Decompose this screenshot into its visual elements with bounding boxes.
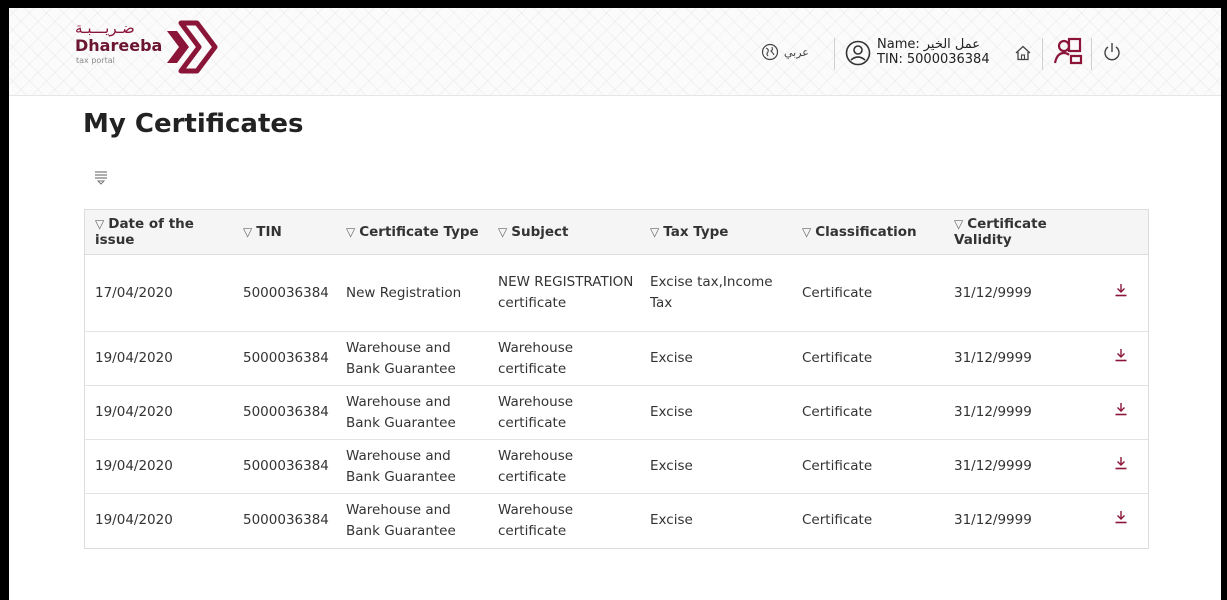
power-icon[interactable]	[1102, 41, 1122, 63]
cell-download	[1094, 254, 1148, 332]
cell-certificate-type: Warehouse and Bank Guarantee	[336, 331, 488, 386]
column-header-validity[interactable]: ▽ Certificate Validity	[944, 210, 1094, 255]
logo-english-text: Dhareeba	[75, 36, 163, 55]
cell-classification: Certificate	[792, 254, 944, 332]
user-name-value: عمل الخير	[923, 37, 981, 52]
column-header-label: Certificate Type	[359, 224, 479, 240]
logo-chevron-icon	[167, 20, 218, 74]
cell-date: 19/04/2020	[85, 331, 233, 386]
column-header-actions	[1094, 210, 1148, 255]
column-header-certificate-type[interactable]: ▽ Certificate Type	[336, 210, 488, 255]
certificates-icon[interactable]	[1053, 36, 1083, 66]
column-filter-icon[interactable]: ▽	[243, 225, 252, 239]
column-filter-icon[interactable]: ▽	[802, 225, 811, 239]
cell-classification: Certificate	[792, 331, 944, 386]
cell-validity: 31/12/9999	[944, 439, 1094, 494]
cell-tax-type: Excise	[640, 385, 792, 440]
globe-icon	[761, 43, 779, 61]
cell-validity: 31/12/9999	[954, 512, 1032, 528]
cell-certificate-type: Warehouse and Bank Guarantee	[336, 385, 488, 440]
filter-icon[interactable]	[94, 169, 108, 185]
user-name-label: Name:	[877, 37, 920, 52]
column-header-subject[interactable]: ▽ Subject	[488, 210, 640, 255]
cell-classification: Certificate	[802, 512, 873, 528]
header-divider	[834, 38, 835, 70]
logo-arabic-text: ضـريـــبـة	[75, 19, 135, 37]
cell-subject: NEW REGISTRATION certificate	[488, 254, 640, 332]
cell-download	[1094, 385, 1148, 440]
download-icon[interactable]	[1114, 348, 1128, 362]
top-header: ضـريـــبـة Dhareeba tax portal عربي Name…	[9, 8, 1221, 96]
cell-date: 19/04/2020	[95, 512, 173, 528]
column-filter-icon[interactable]: ▽	[954, 217, 963, 231]
table-row: 19/04/2020 5000036384 Warehouse and Bank…	[85, 439, 1148, 494]
cell-tin: 5000036384	[233, 254, 336, 332]
column-filter-icon[interactable]: ▽	[95, 217, 104, 231]
user-circle-icon[interactable]	[845, 40, 871, 66]
column-header-tin[interactable]: ▽ TIN	[233, 210, 336, 255]
table-row: 19/04/2020 5000036384 Warehouse and Bank…	[85, 385, 1148, 440]
cell-validity: 31/12/9999	[944, 385, 1094, 440]
cell-tax-type: Excise	[650, 512, 693, 528]
cell-subject: Warehouse certificate	[488, 385, 640, 440]
header-divider	[1042, 38, 1043, 70]
language-switcher[interactable]: عربي	[761, 43, 809, 61]
user-tin-value: 5000036384	[906, 52, 990, 67]
header-divider	[1091, 38, 1092, 70]
cell-certificate-type: Warehouse and Bank Guarantee	[336, 439, 488, 494]
cell-certificate-type: New Registration	[336, 254, 488, 332]
home-icon[interactable]	[1014, 44, 1032, 62]
table-row: 19/04/2020 5000036384 Warehouse and Bank…	[85, 331, 1148, 386]
column-header-label: Certificate Validity	[954, 216, 1047, 248]
dhareeba-logo[interactable]: ضـريـــبـة Dhareeba tax portal	[75, 19, 225, 79]
column-header-date[interactable]: ▽ Date of the issue	[85, 210, 233, 255]
cell-date: 19/04/2020	[85, 439, 233, 494]
column-filter-icon[interactable]: ▽	[498, 225, 507, 239]
cell-tin: 5000036384	[233, 385, 336, 440]
column-header-label: Classification	[815, 224, 917, 240]
download-icon[interactable]	[1114, 456, 1128, 470]
column-header-tax-type[interactable]: ▽ Tax Type	[640, 210, 792, 255]
column-header-label: TIN	[256, 224, 282, 240]
language-label: عربي	[784, 45, 809, 59]
column-filter-icon[interactable]: ▽	[650, 225, 659, 239]
column-header-label: Tax Type	[663, 224, 729, 240]
cell-tax-type: Excise	[640, 331, 792, 386]
logo-subtitle: tax portal	[76, 56, 115, 65]
table-header-row: ▽ Date of the issue ▽ TIN ▽ Certificate Typ…	[85, 210, 1148, 255]
cell-tax-type: Excise	[640, 439, 792, 494]
table-row: 17/04/2020 5000036384 New Registration N…	[85, 254, 1148, 332]
cell-tin: 5000036384	[233, 331, 336, 386]
download-icon[interactable]	[1114, 510, 1128, 524]
download-icon[interactable]	[1114, 283, 1128, 297]
cell-subject: Warehouse certificate	[488, 439, 640, 494]
cell-subject: Warehouse certificate	[498, 501, 574, 539]
cell-tin: 5000036384	[233, 439, 336, 494]
cell-date: 19/04/2020	[85, 385, 233, 440]
column-filter-icon[interactable]: ▽	[346, 225, 355, 239]
app-frame: ضـريـــبـة Dhareeba tax portal عربي Name…	[9, 8, 1221, 600]
cell-date: 17/04/2020	[85, 254, 233, 332]
user-info: Name: عمل الخير TIN: 5000036384	[877, 37, 990, 67]
cell-subject: Warehouse certificate	[488, 331, 640, 386]
cell-download	[1094, 494, 1148, 548]
column-header-label: Date of the issue	[95, 216, 194, 248]
page-title: My Certificates	[83, 109, 304, 139]
column-header-label: Subject	[511, 224, 569, 240]
cell-certificate-type: Warehouse and Bank Guarantee	[346, 501, 456, 539]
user-tin-label: TIN:	[877, 52, 903, 67]
cell-validity: 31/12/9999	[944, 331, 1094, 386]
cell-tin: 5000036384	[243, 512, 329, 528]
cell-download	[1094, 331, 1148, 386]
certificates-table: ▽ Date of the issue ▽ TIN ▽ Certificate Typ…	[84, 209, 1149, 549]
cell-validity: 31/12/9999	[944, 254, 1094, 332]
cell-classification: Certificate	[792, 439, 944, 494]
cell-classification: Certificate	[792, 385, 944, 440]
cell-tax-type: Excise tax,Income Tax	[640, 254, 792, 332]
table-row: 19/04/2020 5000036384 Warehouse and Bank…	[85, 494, 1148, 548]
download-icon[interactable]	[1114, 402, 1128, 416]
cell-download	[1094, 439, 1148, 494]
column-header-classification[interactable]: ▽ Classification	[792, 210, 944, 255]
